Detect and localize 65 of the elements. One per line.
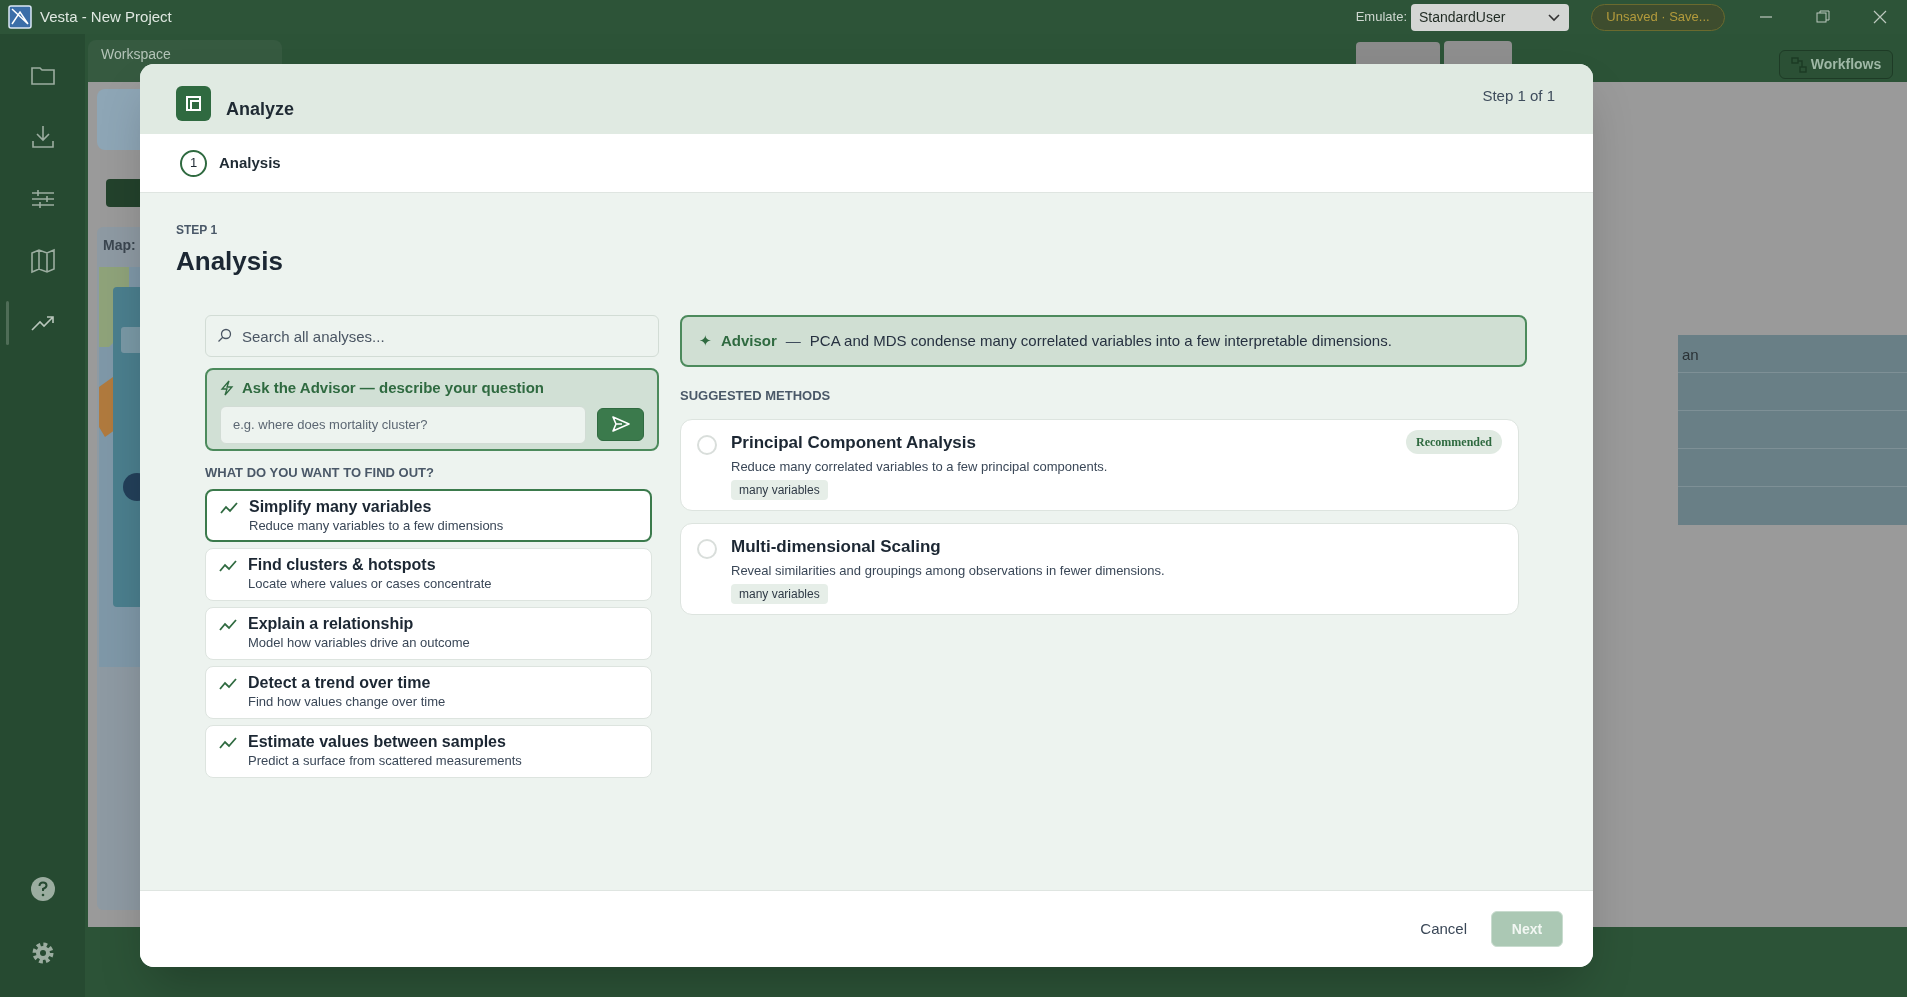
section-heading: WHAT DO YOU WANT TO FIND OUT?	[205, 464, 434, 482]
search-field[interactable]: Search all analyses...	[205, 315, 659, 357]
table-cell: an	[1682, 346, 1699, 363]
step-label: STEP 1	[176, 222, 218, 239]
advisor-message: PCA and MDS condense many correlated variables into a few interpretable dimensions.	[809, 330, 1392, 351]
method-card[interactable]: Principal Component Analysis Reduce many correlated variables to a few principal components. many variables Recommended	[680, 418, 1519, 511]
step-name[interactable]: Analysis	[219, 151, 281, 175]
active-indicator	[6, 301, 9, 345]
method-description: Reduce many correlated variables to a few principal components.	[731, 457, 1108, 476]
goal-option[interactable]: Find clusters & hotspots Locate where values or cases concentrate	[205, 547, 652, 601]
tag: many variables	[731, 480, 828, 500]
send-button[interactable]	[597, 407, 644, 441]
method-name: Principal Component Analysis	[731, 431, 976, 454]
advisor-label: Advisor	[721, 330, 777, 351]
radio-button[interactable]	[697, 434, 717, 455]
step-number: 1	[180, 149, 207, 177]
app-logo-icon	[8, 5, 32, 29]
method-description: Reveal similarities and groupings among observations in fewer dimensions.	[731, 561, 1165, 580]
goal-title: Simplify many variables	[249, 496, 433, 517]
goal-title: Detect a trend over time	[248, 672, 432, 693]
trend-icon	[219, 735, 237, 750]
analyze-icon	[176, 86, 211, 121]
send-icon	[611, 416, 630, 432]
section-heading: SUGGESTED METHODS	[680, 387, 831, 405]
step-counter: Step 1 of 1	[1482, 85, 1555, 106]
method-card[interactable]: Multi-dimensional Scaling Reveal similarities and groupings among observations in fewer dimensions. many variables	[680, 522, 1519, 615]
step-title: Analysis	[176, 245, 283, 278]
trend-icon	[219, 558, 237, 573]
goal-option[interactable]: Simplify many variables Reduce many variables to a few dimensions	[205, 488, 652, 542]
trend-icon	[220, 500, 238, 515]
goal-description: Predict a surface from scattered measurements	[248, 751, 522, 770]
radio-button[interactable]	[697, 538, 717, 559]
workspace-tab[interactable]: Workspace	[101, 46, 171, 62]
trend-icon	[219, 617, 237, 632]
sparkle-icon: ✦	[699, 329, 712, 353]
separator-dash: —	[785, 330, 801, 351]
map-label: Map:	[103, 237, 136, 253]
goal-title: Explain a relationship	[248, 613, 415, 634]
method-name: Multi-dimensional Scaling	[731, 535, 941, 558]
close-icon[interactable]	[1873, 10, 1887, 24]
emulate-label: Emulate:	[1355, 8, 1407, 27]
help-icon[interactable]	[28, 875, 57, 903]
goal-option[interactable]: Explain a relationship Model how variables drive an outcome	[205, 606, 652, 660]
goal-title: Find clusters & hotspots	[248, 554, 437, 575]
dialog-title: Analyze	[226, 98, 295, 121]
cancel-button[interactable]: Cancel	[1416, 917, 1471, 941]
question-field[interactable]: e.g. where does mortality cluster?	[220, 405, 586, 444]
trend-icon	[219, 676, 237, 691]
goal-description: Locate where values or cases concentrate	[248, 574, 492, 593]
goal-title: Estimate values between samples	[248, 731, 507, 752]
goal-option[interactable]: Estimate values between samples Predict a surface from scattered measurements	[205, 724, 652, 778]
map-icon[interactable]	[28, 247, 57, 275]
goal-description: Model how variables drive an outcome	[248, 633, 470, 652]
search-icon	[217, 328, 232, 343]
goal-description: Reduce many variables to a few dimensions	[249, 516, 504, 535]
goal-description: Find how values change over time	[248, 692, 446, 711]
recommended-badge: Recommended	[1406, 429, 1502, 454]
advisor-prompt-title: Ask the Advisor — describe your question	[242, 378, 544, 398]
workflows-button[interactable]: Workflows	[1779, 50, 1893, 79]
tag: many variables	[731, 584, 828, 604]
lightning-icon	[220, 380, 234, 397]
restore-icon[interactable]	[1816, 10, 1830, 24]
user-dropdown[interactable]: StandardUser	[1411, 3, 1569, 31]
window-title: Vesta - New Project	[40, 6, 172, 27]
goal-option[interactable]: Detect a trend over time Find how values change over time	[205, 665, 652, 719]
